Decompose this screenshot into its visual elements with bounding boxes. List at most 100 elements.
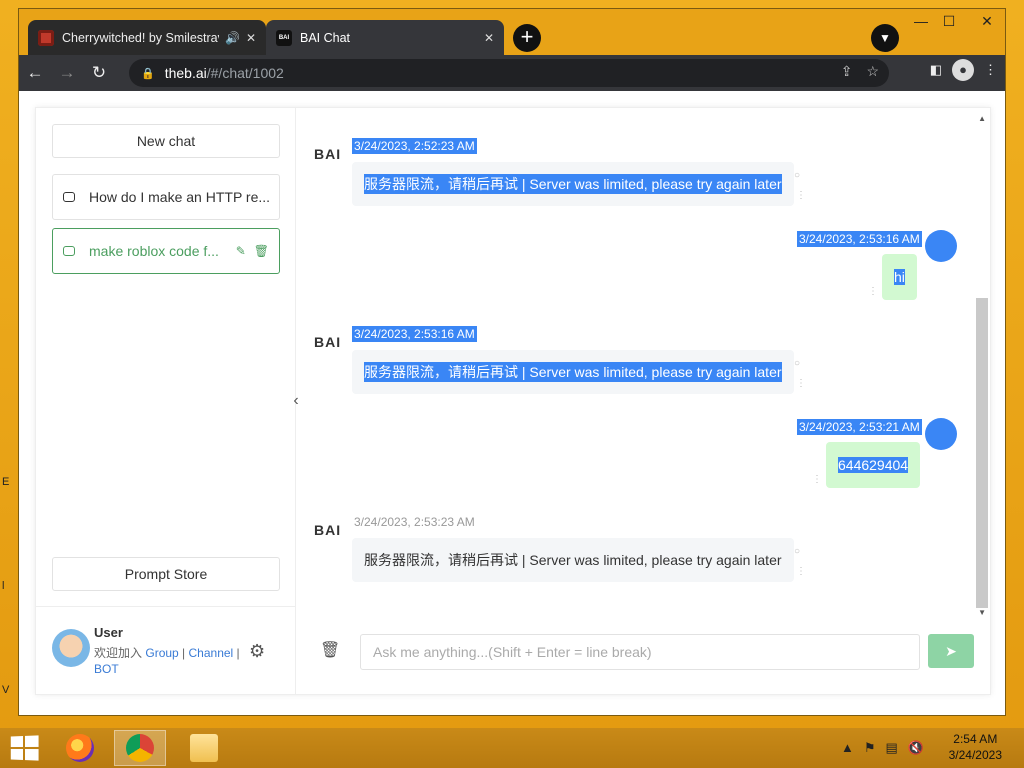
- settings-gear-icon[interactable]: ⚙: [249, 641, 265, 662]
- tab-bai-chat[interactable]: BAI BAI Chat ✕: [266, 20, 504, 56]
- chat-bubble-icon: [63, 192, 75, 202]
- user-avatar: [52, 629, 90, 667]
- chrome-icon: [126, 734, 154, 762]
- user-panel: User 欢迎加入 Group | Channel | BOT ⚙: [36, 606, 296, 694]
- menu-kebab-icon[interactable]: ⋮: [984, 62, 997, 78]
- minimize-button[interactable]: —: [907, 13, 935, 29]
- desktop-edge-glyph: V: [2, 684, 10, 696]
- bot-logo: BAI: [314, 146, 342, 162]
- group-link[interactable]: Group: [145, 646, 178, 660]
- folder-icon: [190, 734, 218, 762]
- chat-app: New chat How do I make an HTTP re... mak…: [35, 107, 991, 695]
- bai-favicon: BAI: [276, 30, 292, 46]
- conversation-item[interactable]: How do I make an HTTP re...: [52, 174, 280, 220]
- desktop-edge-glyph: E: [2, 476, 10, 488]
- firefox-taskbar-button[interactable]: [54, 730, 106, 766]
- new-tab-button[interactable]: +: [513, 24, 541, 52]
- tab-title: BAI Chat: [300, 31, 351, 45]
- message-menu-icon[interactable]: ⋮: [812, 474, 822, 485]
- forward-icon[interactable]: →: [51, 63, 83, 83]
- conversation-title: make roblox code f...: [89, 243, 219, 259]
- share-icon[interactable]: ⇪: [841, 63, 853, 80]
- loading-circle-icon: ○: [794, 170, 801, 181]
- message-menu-icon[interactable]: ⋮: [796, 190, 806, 201]
- back-icon[interactable]: ←: [19, 63, 51, 83]
- message-time: 3/24/2023, 2:52:23 AM: [352, 138, 477, 154]
- profile-icon[interactable]: ●: [952, 59, 974, 81]
- close-tab-icon[interactable]: ✕: [246, 31, 256, 45]
- browser-titlebar: Cherrywitched! by Smilestrav 🔊 ✕ BAI BAI…: [19, 9, 1005, 56]
- address-bar[interactable]: 🔒 theb.ai/#/chat/1002 ⇪ ☆: [129, 59, 889, 87]
- tab-cherrywitched[interactable]: Cherrywitched! by Smilestrav 🔊 ✕: [28, 20, 266, 56]
- close-window-button[interactable]: ✕: [973, 13, 1001, 30]
- taskbar: ▲ ⚑ ▤ 🔇 2:54 AM 3/24/2023: [0, 728, 1024, 768]
- composer: 🗑 ➤: [296, 614, 992, 694]
- message-time: 3/24/2023, 2:53:16 AM: [352, 326, 477, 342]
- browser-toolbar: ← → ↻ 🔒 theb.ai/#/chat/1002 ⇪ ☆ ◧ ● ⋮: [19, 55, 1005, 91]
- message-text: 服务器限流，请稍后再试 | Server was limited, please…: [364, 174, 782, 194]
- loading-circle-icon: ○: [794, 546, 801, 557]
- url-host: theb.ai: [164, 65, 207, 81]
- channel-link[interactable]: Channel: [189, 646, 234, 660]
- url-path: /#/chat/1002: [206, 65, 284, 81]
- maximize-button[interactable]: ☐: [935, 13, 963, 30]
- message-menu-icon[interactable]: ⋮: [868, 286, 878, 297]
- network-icon[interactable]: ▤: [886, 740, 898, 756]
- chat-main: ▲ ▼ BAI 3/24/2023, 2:52:23 AM 服务器限流，请稍后再…: [296, 108, 992, 694]
- chrome-taskbar-button[interactable]: [114, 730, 166, 766]
- message-menu-icon[interactable]: ⋮: [796, 566, 806, 577]
- delete-icon[interactable]: 🗑: [254, 244, 269, 258]
- message-time: 3/24/2023, 2:53:21 AM: [797, 419, 922, 435]
- windows-start-icon[interactable]: [10, 735, 39, 761]
- send-button[interactable]: ➤: [928, 634, 974, 668]
- tab-search-button[interactable]: ▼: [871, 24, 899, 52]
- conversation-title: How do I make an HTTP re...: [89, 189, 269, 205]
- flag-icon[interactable]: ⚑: [864, 740, 876, 756]
- loading-circle-icon: ○: [794, 358, 801, 369]
- reload-icon[interactable]: ↻: [83, 63, 115, 83]
- bot-logo: BAI: [314, 522, 342, 538]
- scroll-up-arrow-icon[interactable]: ▲: [978, 114, 986, 123]
- close-tab-icon[interactable]: ✕: [484, 31, 494, 45]
- user-avatar-dot: [925, 230, 957, 262]
- bot-message-bubble: 服务器限流，请稍后再试 | Server was limited, please…: [352, 162, 794, 206]
- clear-chat-trash-icon[interactable]: 🗑: [320, 640, 340, 660]
- file-explorer-taskbar-button[interactable]: [178, 730, 230, 766]
- user-name: User: [94, 625, 123, 640]
- edit-icon[interactable]: ✎: [236, 244, 246, 258]
- message-text: 服务器限流，请稍后再试 | Server was limited, please…: [364, 362, 782, 382]
- desktop-edge-glyph: l: [2, 580, 5, 592]
- taskbar-clock[interactable]: 2:54 AM 3/24/2023: [949, 731, 1002, 763]
- user-avatar-dot: [925, 418, 957, 450]
- sidebar: New chat How do I make an HTTP re... mak…: [36, 108, 296, 694]
- prompt-store-button[interactable]: Prompt Store: [52, 557, 280, 591]
- message-text: 服务器限流，请稍后再试 | Server was limited, please…: [364, 552, 782, 568]
- user-message-bubble: hi: [882, 254, 917, 300]
- scrollbar-thumb[interactable]: [976, 298, 988, 608]
- message-time: 3/24/2023, 2:53:16 AM: [797, 231, 922, 247]
- new-chat-button[interactable]: New chat: [52, 124, 280, 158]
- bot-message-bubble: 服务器限流，请稍后再试 | Server was limited, please…: [352, 350, 794, 394]
- message-text: 644629404: [838, 457, 909, 473]
- chat-input[interactable]: [360, 634, 920, 670]
- bot-logo: BAI: [314, 334, 342, 350]
- speaker-icon[interactable]: 🔊: [225, 31, 240, 45]
- clock-time: 2:54 AM: [953, 732, 998, 746]
- message-text: hi: [894, 269, 905, 285]
- tab-title: Cherrywitched! by Smilestrav: [62, 31, 219, 45]
- lock-icon[interactable]: 🔒: [141, 67, 155, 80]
- user-description: 欢迎加入 Group | Channel | BOT: [94, 646, 240, 676]
- browser-window: Cherrywitched! by Smilestrav 🔊 ✕ BAI BAI…: [18, 8, 1006, 716]
- tray-expand-icon[interactable]: ▲: [841, 740, 854, 756]
- volume-muted-icon[interactable]: 🔇: [908, 740, 924, 756]
- system-tray: ▲ ⚑ ▤ 🔇: [841, 740, 924, 756]
- clock-date: 3/24/2023: [948, 748, 1002, 762]
- bot-link[interactable]: BOT: [94, 662, 119, 676]
- message-time: 3/24/2023, 2:53:23 AM: [354, 515, 475, 529]
- conversation-item-active[interactable]: make roblox code f... ✎ 🗑: [52, 228, 280, 274]
- firefox-icon: [66, 734, 94, 762]
- tab-favicon: [38, 30, 54, 46]
- side-panel-icon[interactable]: ◧: [930, 62, 942, 78]
- message-menu-icon[interactable]: ⋮: [796, 378, 806, 389]
- bookmark-star-icon[interactable]: ☆: [866, 63, 879, 80]
